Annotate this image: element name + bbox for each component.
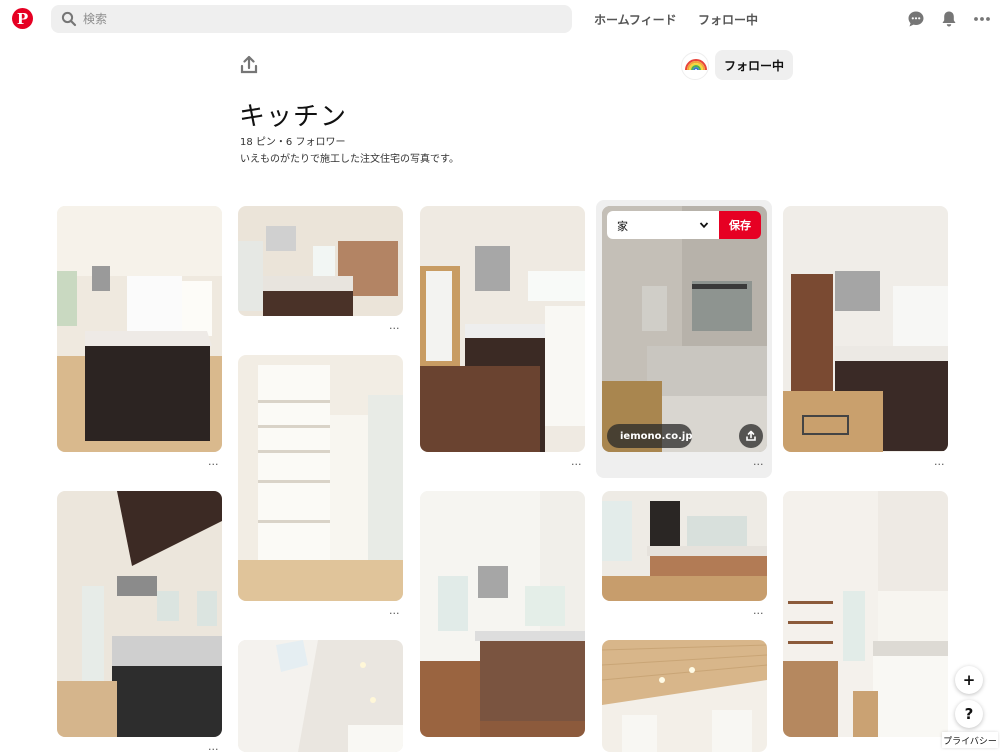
pin-image[interactable] — [238, 355, 403, 601]
pin-image[interactable] — [602, 640, 767, 752]
top-bar: P ホームフィード フォロー中 — [0, 0, 1000, 38]
pin-image[interactable] — [420, 491, 585, 737]
pin-image[interactable] — [238, 640, 403, 752]
privacy-link[interactable]: プライバシー — [942, 732, 998, 748]
nav-following[interactable]: フォロー中 — [698, 11, 758, 28]
share-icon[interactable] — [238, 54, 260, 76]
board-description: いえものがたりで施工した注文住宅の写真です。 — [240, 154, 459, 165]
rainbow-logo-icon — [685, 59, 707, 71]
board-select-value: 家 — [617, 220, 628, 233]
pin-more-icon[interactable]: ··· — [934, 459, 945, 470]
pin-source-link[interactable]: iemono.co.jp — [607, 424, 692, 448]
pinterest-logo-icon[interactable]: P — [12, 8, 33, 29]
search-input[interactable] — [83, 9, 553, 29]
board-select[interactable]: 家 — [607, 211, 719, 239]
pin-source-label: iemono.co.jp — [620, 430, 693, 442]
board-title: キッチン — [239, 102, 348, 132]
search-bar[interactable] — [51, 5, 572, 33]
pin-more-icon[interactable]: ··· — [208, 744, 219, 755]
add-button[interactable]: + — [955, 666, 983, 694]
bell-icon[interactable] — [939, 9, 959, 29]
pin-image[interactable] — [783, 206, 948, 452]
help-button[interactable]: ? — [955, 700, 983, 728]
follow-button[interactable]: フォロー中 — [715, 50, 793, 80]
pin-more-icon[interactable]: ··· — [753, 459, 764, 470]
nav-home-feed[interactable]: ホームフィード — [594, 11, 677, 28]
pin-share-icon[interactable] — [739, 424, 763, 448]
pin-image[interactable] — [420, 206, 585, 452]
pin-image[interactable] — [238, 206, 403, 316]
pin-image[interactable] — [783, 491, 948, 737]
pin-image[interactable] — [602, 206, 767, 452]
pin-image[interactable] — [57, 206, 222, 452]
pin-more-icon[interactable]: ··· — [389, 323, 400, 334]
chevron-down-icon — [699, 222, 709, 229]
pin-more-icon[interactable]: ··· — [208, 459, 219, 470]
board-stats: 18 ピン・6 フォロワー — [240, 137, 346, 148]
pin-more-icon[interactable]: ··· — [571, 459, 582, 470]
pin-more-icon[interactable]: ··· — [389, 608, 400, 619]
search-icon — [61, 11, 77, 27]
message-icon[interactable] — [906, 9, 926, 29]
pin-image[interactable] — [57, 491, 222, 737]
pin-image[interactable] — [602, 491, 767, 601]
pin-more-icon[interactable]: ··· — [753, 608, 764, 619]
more-icon[interactable] — [972, 9, 992, 29]
save-button[interactable]: 保存 — [719, 211, 761, 239]
owner-avatar[interactable] — [681, 52, 709, 80]
